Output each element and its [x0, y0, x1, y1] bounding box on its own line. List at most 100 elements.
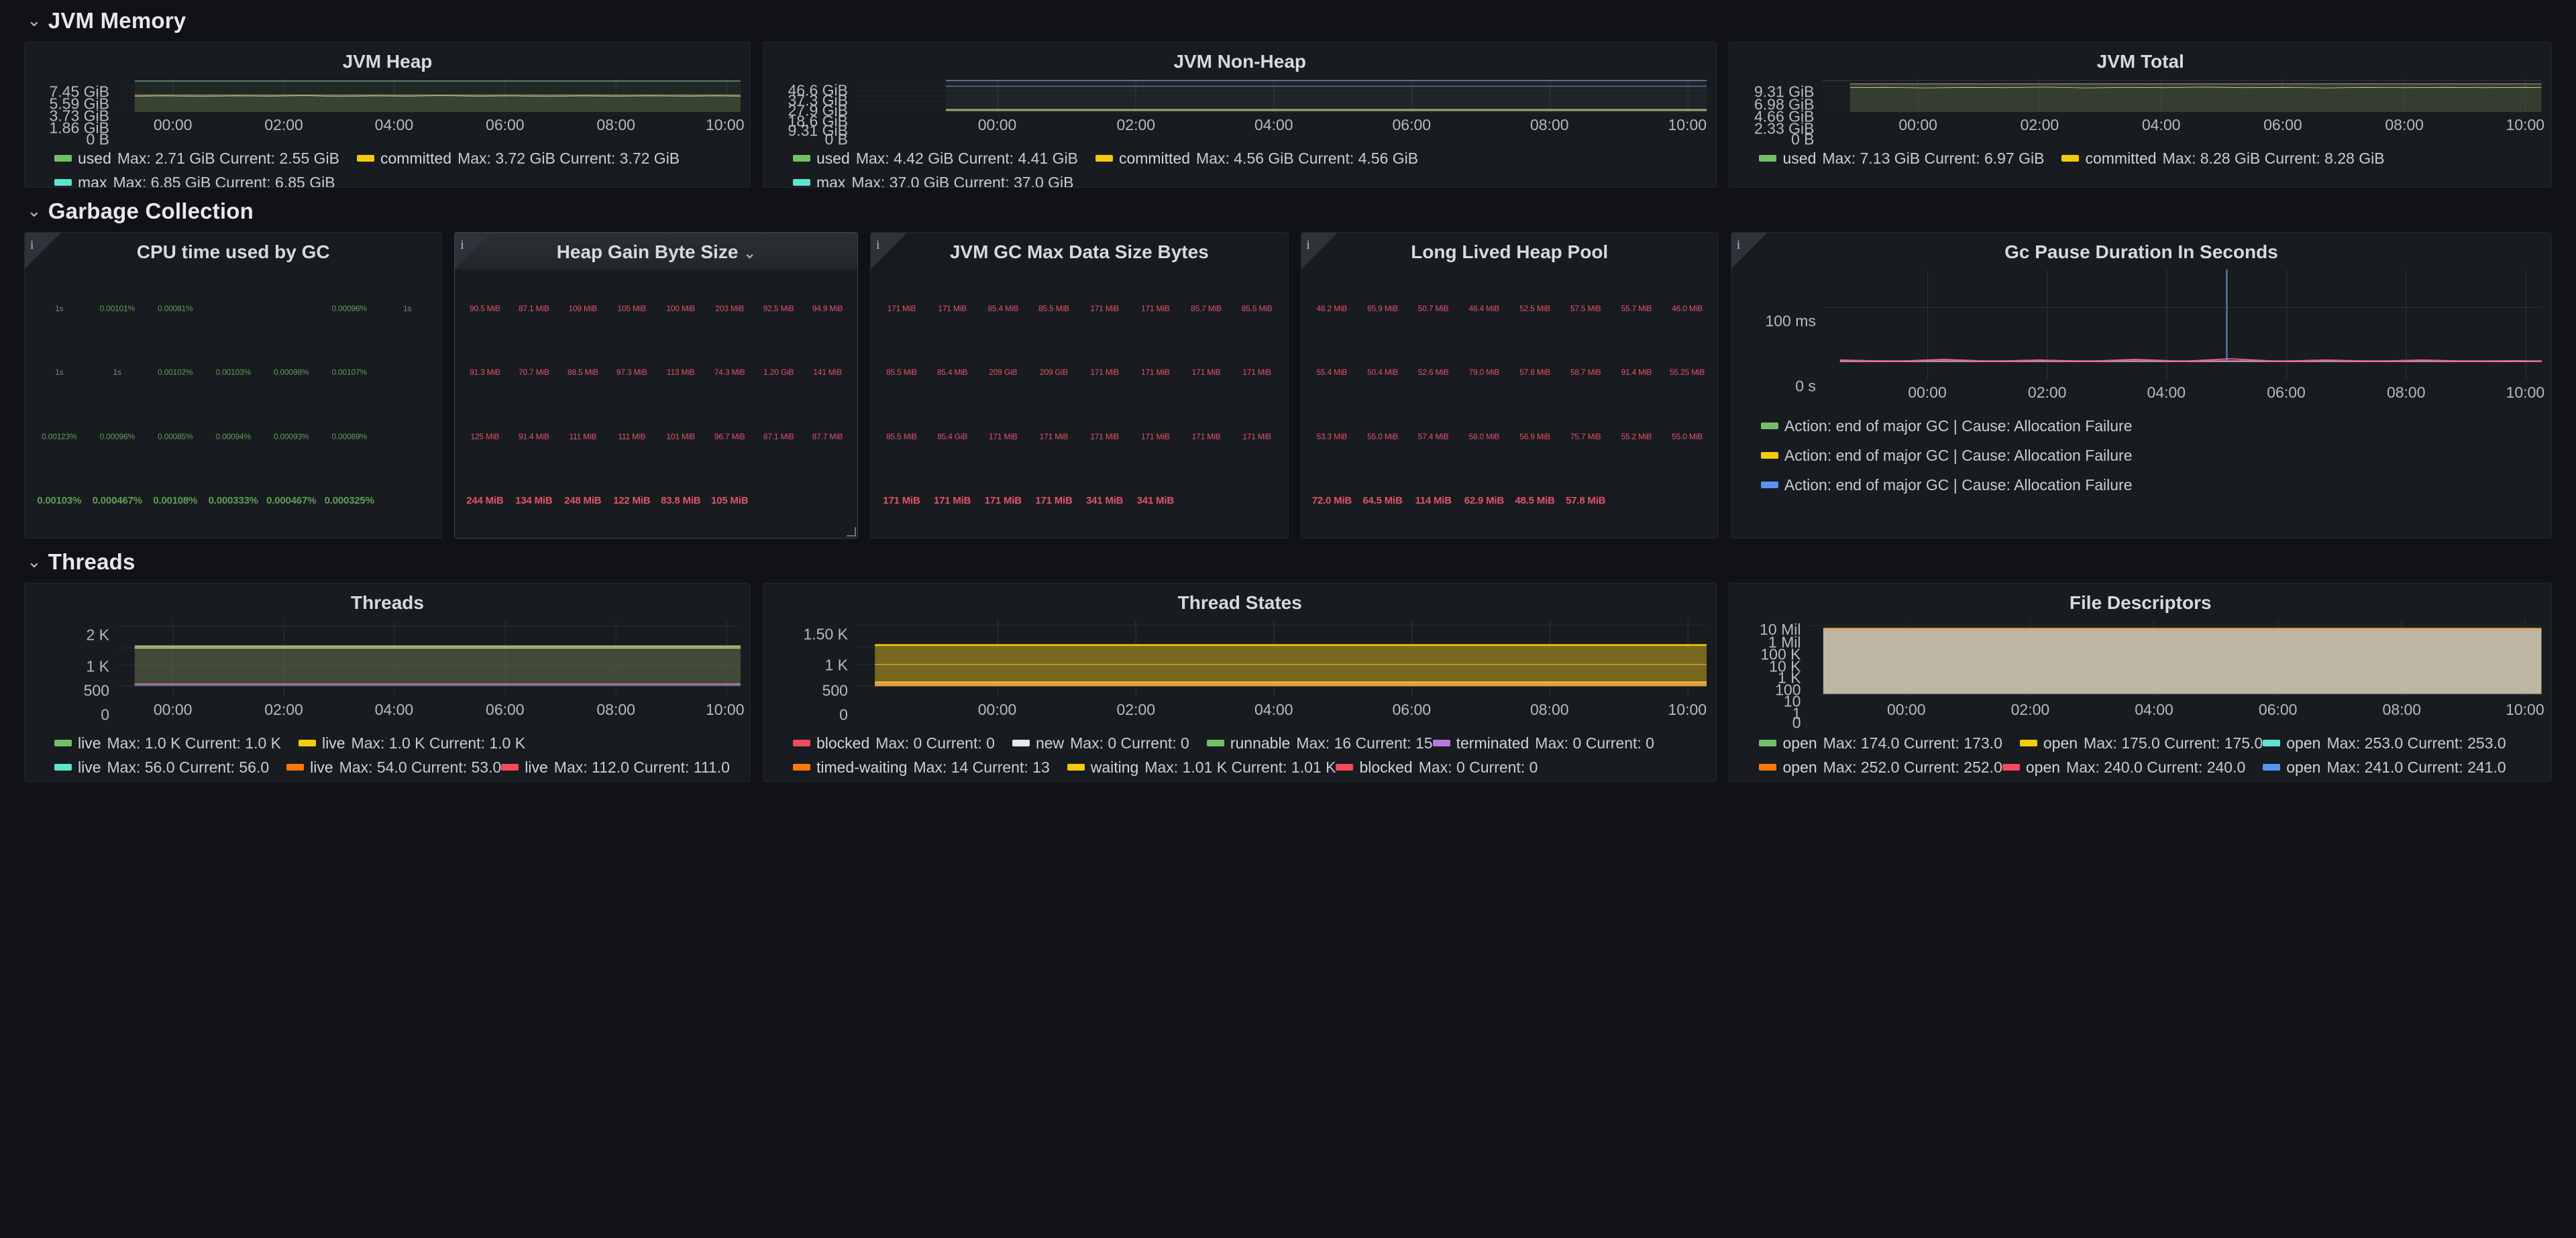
- heatmap-cell[interactable]: 58.7 MiB: [1560, 340, 1611, 404]
- heatmap-grid-gc-max[interactable]: 171 MiB171 MiB85.4 MiB85.5 MiB171 MiB171…: [871, 270, 1287, 538]
- panel-file-descriptors[interactable]: File Descriptors 10 Mil 1 Mil 100 K 10 K…: [1729, 583, 2552, 782]
- heatmap-cell[interactable]: 0.000333%: [204, 468, 262, 532]
- plot-area[interactable]: 00:00 02:00 04:00 06:00 08:00 10:00: [1824, 270, 2551, 410]
- heatmap-cell[interactable]: 209 GiB: [977, 340, 1028, 404]
- heatmap-cell[interactable]: 92.5 MiB: [754, 276, 803, 341]
- panel-threads[interactable]: Threads 2 K 1 K 500 0: [24, 583, 751, 782]
- heatmap-cell[interactable]: 87.1 MiB: [754, 404, 803, 469]
- panel-thread-states[interactable]: Thread States 1.50 K 1 K 500 0: [763, 583, 1717, 782]
- heatmap-cell[interactable]: 0.000467%: [262, 468, 320, 532]
- heatmap-cell[interactable]: 171 MiB: [1079, 340, 1130, 404]
- row-header-threads[interactable]: ⌄ Threads: [12, 541, 2564, 583]
- chevron-down-icon[interactable]: ⌄: [743, 245, 755, 262]
- heatmap-cell[interactable]: 248 MiB: [558, 468, 607, 532]
- heatmap-cell[interactable]: 171 MiB: [876, 276, 927, 341]
- panel-jvm-gc-max-data-size-bytes[interactable]: i JVM GC Max Data Size Bytes 171 MiB171 …: [870, 232, 1288, 539]
- heatmap-cell[interactable]: 171 MiB: [1130, 404, 1181, 469]
- legend-item[interactable]: max Max: 37.0 GiB Current: 37.0 GiB: [793, 172, 1699, 187]
- plot-area[interactable]: 00:00 02:00 04:00 06:00 08:00 10:00: [1822, 79, 2551, 143]
- heatmap-cell[interactable]: 58.0 MiB: [1459, 404, 1510, 469]
- chevron-down-icon[interactable]: ⌄: [27, 11, 42, 29]
- heatmap-cell[interactable]: 48.5 MiB: [1509, 468, 1560, 532]
- heatmap-cell[interactable]: 209 GiB: [1028, 340, 1079, 404]
- heatmap-cell[interactable]: 0.00085%: [146, 404, 204, 469]
- heatmap-cell[interactable]: 88.5 MiB: [558, 340, 607, 404]
- plot-area[interactable]: 00:00 02:00 04:00 06:00 08:00 10:00: [117, 620, 750, 728]
- heatmap-cell[interactable]: 83.8 MiB: [656, 468, 705, 532]
- legend-item[interactable]: newMax: 0 Current: 0: [1012, 733, 1189, 753]
- heatmap-cell[interactable]: 85.5 MiB: [876, 404, 927, 469]
- heatmap-cell[interactable]: 53.3 MiB: [1307, 404, 1358, 469]
- heatmap-cell[interactable]: 113 MiB: [656, 340, 705, 404]
- legend-item[interactable]: terminatedMax: 0 Current: 0: [1433, 733, 1654, 753]
- heatmap-cell[interactable]: 0.00107%: [320, 340, 378, 404]
- heatmap-cell[interactable]: 0.00123%: [30, 404, 88, 469]
- heatmap-cell[interactable]: 171 MiB: [1028, 468, 1079, 532]
- heatmap-cell[interactable]: 0.000325%: [320, 468, 378, 532]
- legend-item[interactable]: max Max: 6.85 GiB Current: 6.85 GiB: [54, 172, 733, 187]
- heatmap-cell[interactable]: 97.3 MiB: [607, 340, 656, 404]
- legend-item[interactable]: Action: end of major GC | Cause: Allocat…: [1761, 475, 2133, 495]
- plot-area[interactable]: 00:00 02:00 04:00 06:00 08:00 10:00: [1809, 620, 2551, 728]
- legend-item[interactable]: liveMax: 56.0 Current: 56.0: [54, 757, 269, 777]
- heatmap-cell[interactable]: 125 MiB: [460, 404, 509, 469]
- heatmap-cell[interactable]: 244 MiB: [460, 468, 509, 532]
- heatmap-cell[interactable]: 171 MiB: [1130, 276, 1181, 341]
- heatmap-cell[interactable]: 55.7 MiB: [1611, 276, 1662, 341]
- heatmap-cell[interactable]: [1181, 468, 1232, 532]
- heatmap-cell[interactable]: 57.8 MiB: [1560, 468, 1611, 532]
- legend-item[interactable]: openMax: 253.0 Current: 253.0: [2263, 733, 2506, 753]
- heatmap-cell[interactable]: 85.7 MiB: [1181, 276, 1232, 341]
- heatmap-cell[interactable]: 74.3 MiB: [705, 340, 754, 404]
- heatmap-cell[interactable]: 85.4 GiB: [927, 404, 978, 469]
- heatmap-cell[interactable]: 91.4 MiB: [1611, 340, 1662, 404]
- heatmap-cell[interactable]: [803, 468, 852, 532]
- heatmap-cell[interactable]: 341 MiB: [1079, 468, 1130, 532]
- heatmap-cell[interactable]: [1662, 468, 1713, 532]
- legend-item[interactable]: openMax: 175.0 Current: 175.0: [2020, 733, 2263, 753]
- legend-item[interactable]: committed Max: 4.56 GiB Current: 4.56 Gi…: [1095, 148, 1418, 168]
- legend-item[interactable]: openMax: 240.0 Current: 240.0: [2002, 757, 2245, 777]
- heatmap-cell[interactable]: 91.4 MiB: [509, 404, 558, 469]
- heatmap-cell[interactable]: 65.9 MiB: [1357, 276, 1408, 341]
- legend-item[interactable]: Action: end of major GC | Cause: Allocat…: [1761, 416, 2133, 436]
- legend-item[interactable]: openMax: 252.0 Current: 252.0: [1759, 757, 2002, 777]
- legend-item[interactable]: openMax: 174.0 Current: 173.0: [1759, 733, 2002, 753]
- plot-area[interactable]: 00:00 02:00 04:00 06:00 08:00 10:00: [856, 79, 1717, 143]
- heatmap-grid-heap-gain[interactable]: 90.5 MiB87.1 MiB109 MiB105 MiB100 MiB203…: [455, 270, 857, 538]
- heatmap-cell[interactable]: 122 MiB: [607, 468, 656, 532]
- heatmap-cell[interactable]: 1s: [30, 340, 88, 404]
- heatmap-cell[interactable]: 52.5 MiB: [1509, 276, 1560, 341]
- heatmap-cell[interactable]: 70.7 MiB: [509, 340, 558, 404]
- heatmap-cell[interactable]: 171 MiB: [1232, 404, 1283, 469]
- panel-jvm-heap[interactable]: JVM Heap 7.45 GiB 5.59 GiB 3.73 GiB 1.86…: [24, 42, 751, 188]
- heatmap-cell[interactable]: 85.5 MiB: [876, 340, 927, 404]
- heatmap-cell[interactable]: 141 MiB: [803, 340, 852, 404]
- heatmap-cell[interactable]: 90.5 MiB: [460, 276, 509, 341]
- heatmap-cell[interactable]: 46.4 MiB: [1459, 276, 1510, 341]
- heatmap-cell[interactable]: 1s: [30, 276, 88, 341]
- heatmap-cell[interactable]: 0.00102%: [146, 340, 204, 404]
- heatmap-cell[interactable]: 64.5 MiB: [1357, 468, 1408, 532]
- chevron-down-icon[interactable]: ⌄: [27, 202, 42, 219]
- heatmap-cell[interactable]: [262, 276, 320, 341]
- heatmap-cell[interactable]: [378, 404, 436, 469]
- heatmap-cell[interactable]: 50.7 MiB: [1408, 276, 1459, 341]
- heatmap-cell[interactable]: 0.00101%: [88, 276, 146, 341]
- legend-item[interactable]: timed-waitingMax: 14 Current: 13: [793, 757, 1050, 777]
- heatmap-cell[interactable]: 171 MiB: [1130, 340, 1181, 404]
- heatmap-cell[interactable]: 101 MiB: [656, 404, 705, 469]
- legend-item[interactable]: runnableMax: 16 Current: 15: [1207, 733, 1433, 753]
- heatmap-cell[interactable]: 85.5 MiB: [1232, 276, 1283, 341]
- heatmap-cell[interactable]: 55.25 MiB: [1662, 340, 1713, 404]
- panel-info-icon[interactable]: i: [455, 233, 491, 269]
- panel-jvm-non-heap[interactable]: JVM Non-Heap 46.6 GiB 37.3 GiB 27.9 GiB …: [763, 42, 1717, 188]
- panel-cpu-time-used-by-gc[interactable]: i CPU time used by GC 1s0.00101%0.00081%…: [24, 232, 442, 539]
- heatmap-cell[interactable]: 52.6 MiB: [1408, 340, 1459, 404]
- heatmap-grid-long-lived[interactable]: 48.2 MiB65.9 MiB50.7 MiB46.4 MiB52.5 MiB…: [1301, 270, 1718, 538]
- heatmap-cell[interactable]: 79.0 MiB: [1459, 340, 1510, 404]
- chevron-down-icon[interactable]: ⌄: [27, 553, 42, 570]
- heatmap-cell[interactable]: 0.00103%: [30, 468, 88, 532]
- heatmap-cell[interactable]: [1232, 468, 1283, 532]
- panel-jvm-total[interactable]: JVM Total 9.31 GiB 6.98 GiB 4.66 GiB 2.3…: [1729, 42, 2552, 188]
